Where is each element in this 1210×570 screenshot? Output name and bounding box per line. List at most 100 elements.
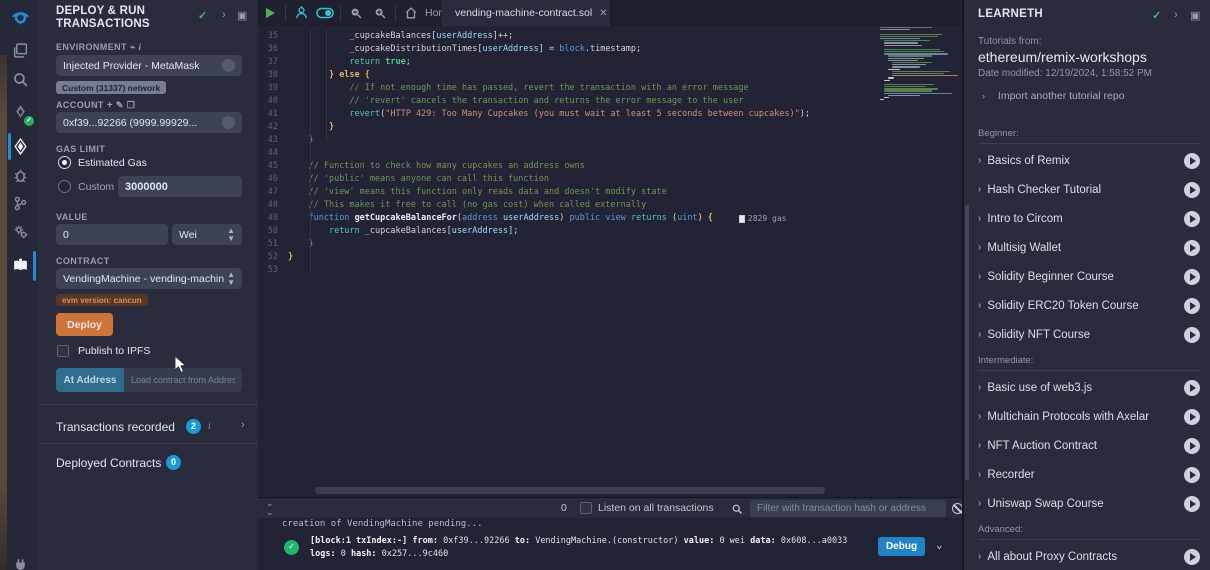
- line-number[interactable]: 48: [258, 199, 288, 212]
- play-icon[interactable]: [1184, 467, 1200, 483]
- line-number[interactable]: 47: [258, 186, 288, 199]
- custom-gas-input[interactable]: 3000000: [118, 176, 242, 197]
- line-number[interactable]: 50: [258, 225, 288, 238]
- play-icon[interactable]: [1184, 240, 1200, 256]
- play-icon[interactable]: [1184, 327, 1200, 343]
- info-icon[interactable]: i: [139, 42, 142, 52]
- tx-log-entry[interactable]: [block:1 txIndex:-] from: 0xf39...92266 …: [310, 535, 880, 561]
- line-number[interactable]: 53: [258, 264, 288, 277]
- account-select[interactable]: 0xf39...92266 (9999.99929...: [56, 112, 242, 133]
- value-unit-select[interactable]: Wei ▲▼: [172, 224, 242, 245]
- line-number[interactable]: 38: [258, 69, 288, 82]
- import-repo-link[interactable]: › Import another tutorial repo: [982, 90, 1125, 102]
- deploy-button[interactable]: Deploy: [56, 313, 113, 336]
- line-number[interactable]: 51: [258, 238, 288, 251]
- line-number[interactable]: 39: [258, 82, 288, 95]
- line-number[interactable]: 52: [258, 251, 288, 264]
- file-tab[interactable]: vending-machine-contract.sol ✕: [442, 0, 610, 26]
- tutorial-item[interactable]: ›Solidity ERC20 Token Course: [978, 291, 1200, 320]
- line-number[interactable]: 49: [258, 212, 288, 225]
- line-number[interactable]: 46: [258, 173, 288, 186]
- play-icon[interactable]: [1184, 153, 1200, 169]
- separator: [340, 5, 341, 21]
- line-number[interactable]: 42: [258, 121, 288, 134]
- tutorial-item[interactable]: ›All about Proxy Contracts: [978, 542, 1200, 570]
- debugger-icon[interactable]: [9, 164, 31, 186]
- environment-select[interactable]: Injected Provider - MetaMask: [56, 55, 242, 76]
- play-icon[interactable]: [1184, 409, 1200, 425]
- plugin-icon[interactable]: [9, 551, 31, 570]
- learneth-scrollbar[interactable]: [965, 205, 969, 480]
- line-number[interactable]: 40: [258, 95, 288, 108]
- estimated-gas-radio[interactable]: [58, 156, 71, 169]
- line-number[interactable]: 36: [258, 43, 288, 56]
- horizontal-scrollbar[interactable]: [315, 487, 825, 494]
- terminal-collapse-icon[interactable]: ⌄⌄: [266, 499, 274, 517]
- tutorial-item[interactable]: ›NFT Auction Contract: [978, 431, 1200, 460]
- tutorial-item[interactable]: ›Intro to Circom: [978, 204, 1200, 233]
- custom-gas-radio[interactable]: [58, 180, 71, 193]
- transactions-info-icon[interactable]: i: [208, 421, 211, 431]
- tutorial-item[interactable]: ›Multichain Protocols with Axelar: [978, 402, 1200, 431]
- play-icon[interactable]: [1184, 380, 1200, 396]
- panel-pin-icon[interactable]: ▣: [237, 9, 247, 22]
- tx-expand-icon[interactable]: ⌄: [936, 538, 943, 551]
- value-input[interactable]: 0: [56, 224, 168, 245]
- play-icon[interactable]: [1184, 438, 1200, 454]
- solidity-compiler-icon[interactable]: ✓: [9, 101, 31, 123]
- home-icon[interactable]: [399, 0, 423, 26]
- contract-select[interactable]: VendingMachine - vending-machin ▲▼: [56, 268, 242, 289]
- tutorial-item[interactable]: ›Hash Checker Tutorial: [978, 175, 1200, 204]
- zoom-in-icon[interactable]: [368, 0, 392, 26]
- line-number[interactable]: 44: [258, 147, 288, 160]
- transactions-expand-icon[interactable]: ›: [241, 419, 245, 431]
- line-number[interactable]: 41: [258, 108, 288, 121]
- copy-account-icon[interactable]: ❐: [127, 100, 135, 110]
- tutorial-item[interactable]: ›Solidity NFT Course: [978, 320, 1200, 349]
- play-icon[interactable]: [1184, 269, 1200, 285]
- terminal-filter-input[interactable]: Filter with transaction hash or address: [750, 500, 946, 517]
- panel-expand-icon[interactable]: ›: [222, 9, 226, 21]
- publish-ipfs-checkbox[interactable]: [57, 345, 69, 357]
- play-icon[interactable]: [1184, 211, 1200, 227]
- tutorial-item[interactable]: ›Multisig Wallet: [978, 233, 1200, 262]
- minimap[interactable]: [878, 27, 960, 111]
- git-icon[interactable]: [9, 192, 31, 214]
- learneth-pin-icon[interactable]: ▣: [1190, 9, 1200, 22]
- run-script-icon[interactable]: [258, 0, 282, 26]
- listen-all-checkbox[interactable]: [580, 502, 592, 514]
- environment-copy-icon[interactable]: [222, 59, 235, 72]
- tutorial-item[interactable]: ›Uniswap Swap Course: [978, 489, 1200, 518]
- search-icon[interactable]: [9, 68, 31, 90]
- add-account-icon[interactable]: +: [107, 100, 113, 111]
- learneth-book-icon[interactable]: [9, 254, 31, 276]
- zoom-out-icon[interactable]: [344, 0, 368, 26]
- tutorial-item[interactable]: ›Recorder: [978, 460, 1200, 489]
- code-editor[interactable]: 35 _cupcakeBalances[userAddress]++;36 _c…: [258, 26, 962, 487]
- terminal-search-icon[interactable]: [731, 503, 743, 515]
- play-icon[interactable]: [1184, 298, 1200, 314]
- edit-account-icon[interactable]: ✎: [116, 100, 124, 110]
- remix-logo-icon[interactable]: [7, 6, 33, 30]
- line-number[interactable]: 37: [258, 56, 288, 69]
- debug-button[interactable]: Debug: [878, 537, 925, 556]
- deploy-run-icon[interactable]: [9, 135, 31, 157]
- file-explorer-icon[interactable]: [9, 39, 31, 61]
- tutorial-item[interactable]: ›Basics of Remix: [978, 146, 1200, 175]
- at-address-button[interactable]: At Address: [56, 368, 124, 392]
- ai-toggle-icon[interactable]: [313, 0, 337, 26]
- account-copy-icon[interactable]: [222, 116, 235, 129]
- line-number[interactable]: 45: [258, 160, 288, 173]
- learneth-expand-icon[interactable]: ›: [1174, 9, 1178, 21]
- unit-stepper-icon[interactable]: ▲▼: [227, 227, 235, 243]
- tutorial-item[interactable]: ›Basic use of web3.js: [978, 373, 1200, 402]
- tutorial-item[interactable]: ›Solidity Beginner Course: [978, 262, 1200, 291]
- line-number[interactable]: 43: [258, 134, 288, 147]
- remixai-icon[interactable]: [289, 0, 313, 26]
- play-icon[interactable]: [1184, 182, 1200, 198]
- play-icon[interactable]: [1184, 549, 1200, 565]
- close-tab-icon[interactable]: ✕: [599, 8, 607, 19]
- play-icon[interactable]: [1184, 496, 1200, 512]
- line-number[interactable]: 35: [258, 30, 288, 43]
- settings-icon[interactable]: [9, 220, 31, 242]
